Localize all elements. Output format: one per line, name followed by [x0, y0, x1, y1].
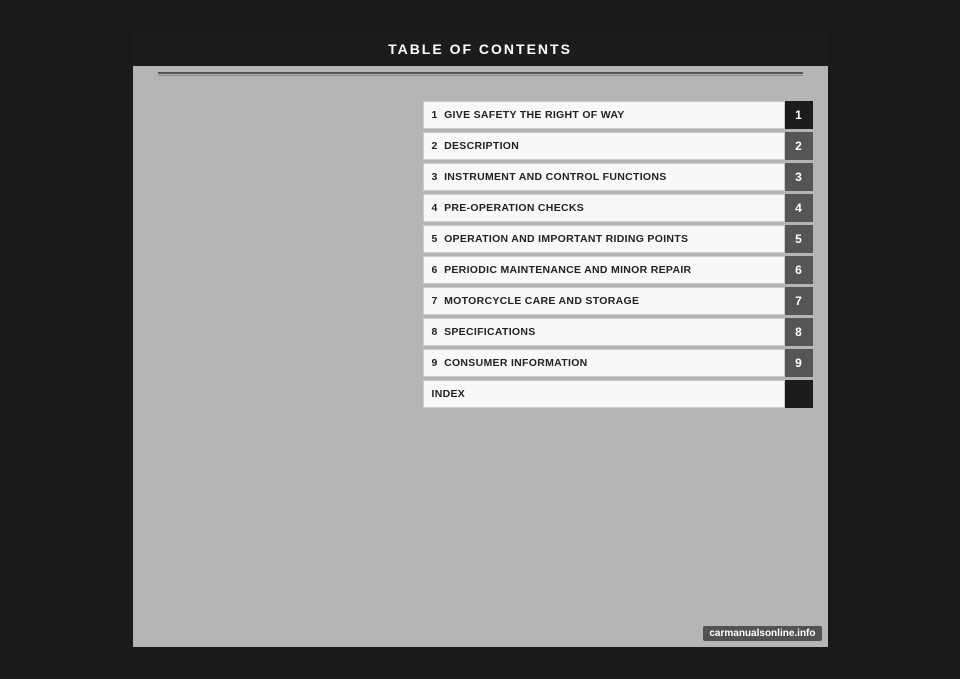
toc-row-4: 4 PRE-OPERATION CHECKS 4 — [423, 194, 813, 222]
page-header: TABLE OF CONTENTS — [133, 32, 828, 66]
toc-label-2: 2 DESCRIPTION — [423, 132, 785, 160]
toc-number-7: 7 — [785, 287, 813, 315]
toc-row-index: INDEX — [423, 380, 813, 408]
header-divider-1 — [158, 72, 803, 74]
toc-row-2: 2 DESCRIPTION 2 — [423, 132, 813, 160]
toc-label-8: 8 SPECIFICATIONS — [423, 318, 785, 346]
toc-number-3: 3 — [785, 163, 813, 191]
toc-row-6: 6 PERIODIC MAINTENANCE AND MINOR REPAIR … — [423, 256, 813, 284]
content-area: 1 GIVE SAFETY THE RIGHT OF WAY 1 2 DESCR… — [133, 76, 828, 647]
document-page: TABLE OF CONTENTS 1 GIVE SAFETY THE RIGH… — [133, 32, 828, 647]
toc-label-7: 7 MOTORCYCLE CARE AND STORAGE — [423, 287, 785, 315]
page-title: TABLE OF CONTENTS — [388, 41, 572, 57]
toc-label-3: 3 INSTRUMENT AND CONTROL FUNCTIONS — [423, 163, 785, 191]
watermark: carmanualsonline.info — [703, 626, 821, 641]
toc-row-9: 9 CONSUMER INFORMATION 9 — [423, 349, 813, 377]
page-wrapper: TABLE OF CONTENTS 1 GIVE SAFETY THE RIGH… — [0, 0, 960, 679]
toc-row-8: 8 SPECIFICATIONS 8 — [423, 318, 813, 346]
toc-row-5: 5 OPERATION AND IMPORTANT RIDING POINTS … — [423, 225, 813, 253]
toc-container: 1 GIVE SAFETY THE RIGHT OF WAY 1 2 DESCR… — [423, 101, 813, 622]
toc-number-index — [785, 380, 813, 408]
toc-row-1: 1 GIVE SAFETY THE RIGHT OF WAY 1 — [423, 101, 813, 129]
toc-label-index: INDEX — [423, 380, 785, 408]
toc-number-1: 1 — [785, 101, 813, 129]
toc-number-8: 8 — [785, 318, 813, 346]
left-area — [148, 101, 423, 622]
toc-number-4: 4 — [785, 194, 813, 222]
toc-label-1: 1 GIVE SAFETY THE RIGHT OF WAY — [423, 101, 785, 129]
toc-number-9: 9 — [785, 349, 813, 377]
toc-label-5: 5 OPERATION AND IMPORTANT RIDING POINTS — [423, 225, 785, 253]
toc-row-3: 3 INSTRUMENT AND CONTROL FUNCTIONS 3 — [423, 163, 813, 191]
toc-label-4: 4 PRE-OPERATION CHECKS — [423, 194, 785, 222]
toc-number-2: 2 — [785, 132, 813, 160]
toc-row-7: 7 MOTORCYCLE CARE AND STORAGE 7 — [423, 287, 813, 315]
toc-number-6: 6 — [785, 256, 813, 284]
toc-number-5: 5 — [785, 225, 813, 253]
toc-label-6: 6 PERIODIC MAINTENANCE AND MINOR REPAIR — [423, 256, 785, 284]
toc-label-9: 9 CONSUMER INFORMATION — [423, 349, 785, 377]
